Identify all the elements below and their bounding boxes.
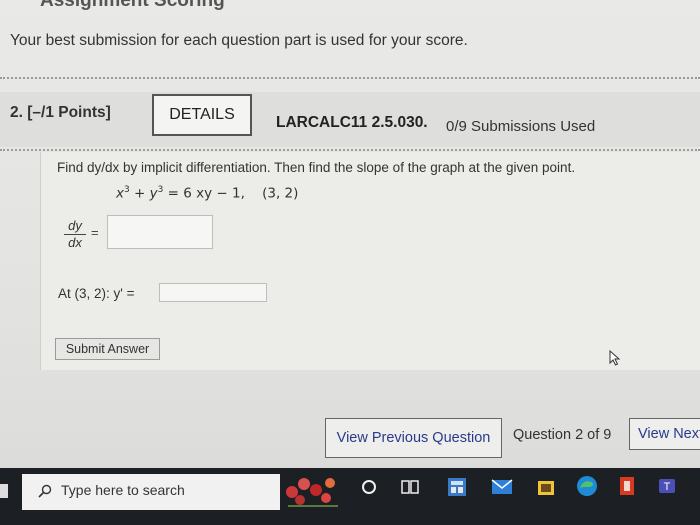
question-number: 2. [–/1 Points] <box>10 104 111 121</box>
scoring-note: Your best submission for each question p… <box>10 32 468 49</box>
task-view-icon[interactable] <box>400 478 420 496</box>
question-position: Question 2 of 9 <box>513 427 612 443</box>
submissions-used: 0/9 Submissions Used <box>446 118 596 135</box>
page-title: Assignment Scoring <box>40 0 225 11</box>
start-button[interactable] <box>0 484 8 498</box>
search-placeholder: Type here to search <box>61 482 185 498</box>
fraction-denominator: dx <box>68 235 82 250</box>
question-prompt: Find dy/dx by implicit differentiation. … <box>57 160 576 175</box>
derivative-fraction: dy dx <box>64 218 86 250</box>
eq-exp: 3 <box>124 185 130 195</box>
teams-icon[interactable]: T <box>655 474 679 498</box>
edge-browser-icon[interactable] <box>575 474 599 498</box>
office-icon[interactable] <box>615 474 639 498</box>
search-icon <box>38 484 52 498</box>
details-button[interactable]: DETAILS <box>152 94 252 136</box>
eq-point: (3, 2) <box>262 185 299 202</box>
store-icon[interactable] <box>535 476 557 498</box>
eq-exp: 3 <box>157 185 164 195</box>
equals-sign: = <box>91 225 99 240</box>
question-code: LARCALC11 2.5.030. <box>276 114 428 131</box>
mail-icon[interactable] <box>490 476 514 498</box>
flowers-icon <box>286 478 338 507</box>
slope-answer-input[interactable] <box>159 283 267 302</box>
cortana-icon[interactable] <box>360 478 378 496</box>
fraction-numerator: dy <box>64 218 86 235</box>
submit-answer-button[interactable]: Submit Answer <box>55 338 160 360</box>
svg-text:T: T <box>664 481 671 493</box>
eq-y: y <box>149 185 158 202</box>
calculator-icon[interactable] <box>446 476 468 498</box>
assignment-page: Assignment Scoring Your best submission … <box>0 0 700 468</box>
view-next-question-button[interactable]: View Next <box>629 418 700 450</box>
divider <box>0 77 700 79</box>
eq-rest: = 6 xy − 1, <box>167 185 245 202</box>
dydx-answer-input[interactable] <box>107 215 213 249</box>
slope-label: At (3, 2): y' = <box>58 286 135 301</box>
mouse-pointer-icon <box>609 350 621 366</box>
view-previous-question-button[interactable]: View Previous Question <box>325 418 502 458</box>
equation: x3 + y3 = 6 xy − 1, (3, 2) <box>116 185 299 202</box>
eq-x: x <box>116 185 124 202</box>
divider <box>0 149 700 151</box>
